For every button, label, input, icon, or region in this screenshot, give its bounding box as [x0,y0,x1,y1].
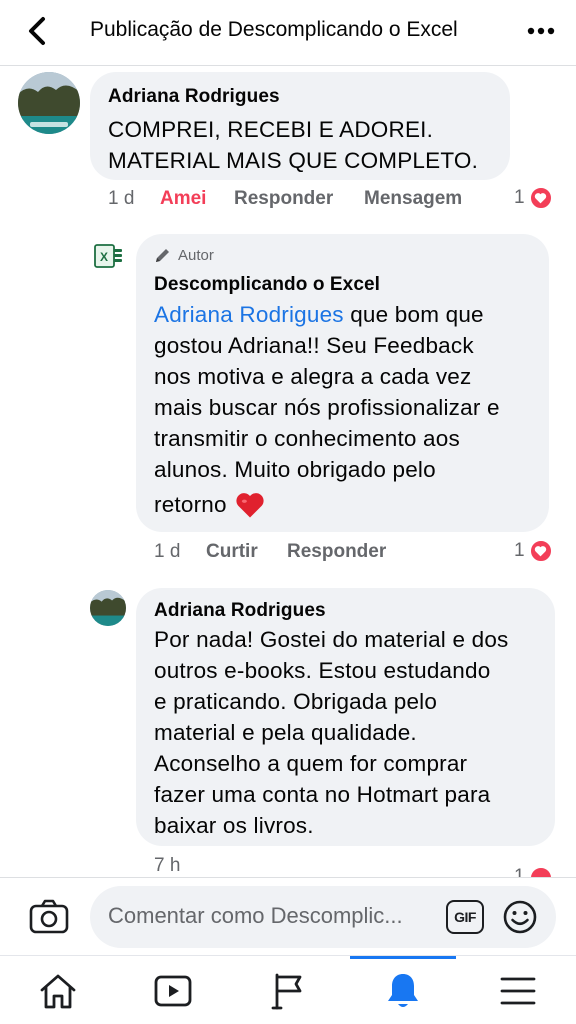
comment-placeholder: Comentar como Descomplic... [108,903,403,928]
comment-author[interactable]: Descomplicando o Excel [154,274,380,296]
comment-actions: 1 d Curtir Responder [154,541,386,563]
home-icon [40,974,75,1008]
author-badge: Autor [154,246,214,264]
comment-time[interactable]: 7 h [154,855,180,877]
reply-button[interactable]: Responder [287,541,386,563]
mention-link[interactable]: Adriana Rodrigues [154,302,344,327]
emoji-button[interactable] [502,899,538,935]
comment-time[interactable]: 1 d [154,541,206,563]
chevron-left-icon [29,17,45,45]
reaction-count[interactable]: 1 [514,866,553,877]
more-dots-icon [527,27,555,35]
page-avatar[interactable]: X [92,240,124,272]
tab-pages[interactable] [230,956,345,1024]
back-button[interactable] [20,14,54,48]
reaction-count[interactable]: 1 [514,539,553,563]
avatar[interactable] [18,72,80,134]
red-heart-emoji-icon [236,492,264,517]
notifications-bell-icon [387,973,418,1007]
tab-home[interactable] [0,956,115,1024]
heart-icon [528,539,553,563]
reply-button[interactable]: Responder [234,188,364,210]
comment-text: Por nada! Gostei do material e dos outro… [154,627,509,838]
tab-menu[interactable] [460,956,575,1024]
pencil-icon [156,249,169,262]
comment-author[interactable]: Adriana Rodrigues [154,600,326,622]
menu-icon [500,977,535,1004]
comment-bubble[interactable]: Adriana Rodrigues Por nada! Gostei do ma… [136,588,555,846]
comment-bubble[interactable]: Adriana Rodrigues COMPREI, RECEBI E ADOR… [90,72,510,180]
camera-icon [29,899,69,934]
heart-icon [528,186,553,210]
comment-author[interactable]: Adriana Rodrigues [108,86,280,108]
smiley-icon [503,900,537,934]
comment-actions: 1 d Amei Responder Mensagem [108,188,462,210]
bottom-tab-bar [0,955,576,1024]
camera-button[interactable] [28,898,70,936]
comment-text: COMPREI, RECEBI E ADOREI. MATERIAL MAIS … [108,117,479,173]
reaction-count[interactable]: 1 [514,186,553,210]
gif-icon: GIF [454,909,476,925]
comment-actions: 7 h [154,855,180,877]
tab-notifications[interactable] [345,956,460,1024]
more-options-button[interactable] [524,16,558,46]
video-icon [154,975,191,1006]
gif-button[interactable]: GIF [446,900,484,934]
like-button[interactable]: Curtir [206,541,287,563]
tab-video[interactable] [115,956,230,1024]
comment-bubble[interactable]: Autor Descomplicando o Excel Adriana Rod… [136,234,549,532]
pages-flag-icon [271,973,301,1009]
comment-input[interactable]: Comentar como Descomplic... GIF [90,886,556,948]
comment-text: Adriana Rodrigues que bom que gostou Adr… [154,302,500,517]
top-bar: Publicação de Descomplicando o Excel [0,0,576,66]
avatar[interactable] [90,590,126,626]
love-reaction-button[interactable]: Amei [160,188,234,210]
comment-time[interactable]: 1 d [108,188,160,210]
svg-text:X: X [100,250,108,264]
page-title: Publicação de Descomplicando o Excel [90,18,458,41]
comment-composer: Comentar como Descomplic... GIF [0,877,576,955]
heart-icon [528,866,553,877]
message-button[interactable]: Mensagem [364,188,462,210]
